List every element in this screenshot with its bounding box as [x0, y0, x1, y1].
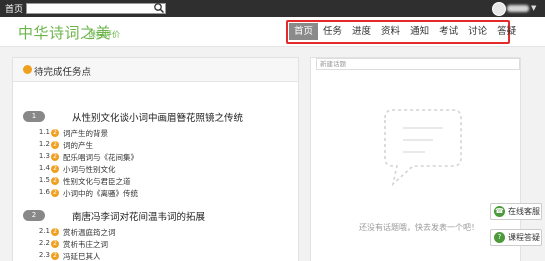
section-title[interactable]: 词产生的背景 — [63, 128, 108, 139]
task-badge-icon: 2 — [51, 153, 59, 161]
section-title[interactable]: 配乐唱词与《花间集》 — [63, 152, 138, 163]
avatar[interactable] — [492, 2, 506, 16]
course-qa-label: 课程答疑 — [508, 233, 540, 242]
tab-discussion[interactable]: 讨论 — [463, 23, 492, 40]
empty-chat-icon — [384, 109, 462, 187]
section-number: 1.4 — [38, 164, 50, 172]
section-title[interactable]: 赏析温庭筠之词 — [63, 227, 116, 238]
chevron-down-icon[interactable]: ▼ — [531, 4, 536, 12]
section-number: 2.3 — [38, 251, 50, 259]
task-badge-icon: 2 — [51, 129, 59, 137]
tab-materials[interactable]: 资料 — [376, 23, 405, 40]
section-title[interactable]: 冯延巳其人 — [63, 251, 101, 261]
section-number: 1.6 — [38, 188, 50, 196]
section-title[interactable]: 性别文化与君臣之道 — [63, 176, 131, 187]
tab-exams[interactable]: 考试 — [434, 23, 463, 40]
section-number: 1.3 — [38, 152, 50, 160]
chapter-title[interactable]: 从性别文化谈小词中画眉簪花照镜之传统 — [72, 110, 243, 124]
pending-tasks-panel: 待完成任务点 1 从性别文化谈小词中画眉簪花照镜之传统 1.1 2 词产生的背景… — [12, 57, 299, 261]
search-icon[interactable] — [153, 2, 165, 14]
course-header: 中华诗词之美 课程评价 首页 任务 进度 资料 通知 考试 讨论 答疑 — [0, 17, 545, 47]
headset-icon: ☎ — [494, 206, 505, 217]
task-badge-icon: 2 — [51, 228, 59, 236]
section-number: 2.2 — [38, 239, 50, 247]
chapter-toggle[interactable]: 2 — [23, 210, 45, 221]
section-number: 1.2 — [38, 140, 50, 148]
section-title[interactable]: 小词与性别文化 — [63, 164, 116, 175]
section-title[interactable]: 赏析韦庄之词 — [63, 239, 108, 250]
course-evaluation-link[interactable]: 课程评价 — [88, 29, 120, 40]
section-title[interactable]: 小词中的《离骚》传统 — [63, 188, 138, 199]
home-link[interactable]: 首页 — [5, 2, 23, 15]
tab-notices[interactable]: 通知 — [405, 23, 434, 40]
online-service-label: 在线客服 — [508, 207, 540, 216]
section-number: 1.5 — [38, 176, 50, 184]
tab-progress[interactable]: 进度 — [347, 23, 376, 40]
tab-tasks[interactable]: 任务 — [318, 23, 347, 40]
user-name-redacted[interactable] — [507, 5, 529, 12]
chapter-toggle[interactable]: 1 — [23, 111, 45, 122]
search-input[interactable] — [26, 3, 166, 14]
task-badge-icon: 2 — [51, 240, 59, 248]
top-bar: 首页 ▼ — [0, 0, 545, 17]
online-service-button[interactable]: ☎ 在线客服 — [490, 203, 542, 220]
main-nav: 首页 任务 进度 资料 通知 考试 讨论 答疑 — [289, 23, 521, 40]
question-icon: ? — [494, 232, 505, 243]
task-dot-icon — [23, 65, 32, 74]
section-title[interactable]: 词的产生 — [63, 140, 93, 151]
section-number: 1.1 — [38, 128, 50, 136]
section-number: 2.1 — [38, 227, 50, 235]
task-badge-icon: 2 — [51, 165, 59, 173]
panel-title: 待完成任务点 — [34, 67, 92, 78]
empty-state-text: 还没有话题哦，快去发表一个吧！ — [359, 223, 479, 232]
task-badge-icon: 2 — [51, 141, 59, 149]
course-qa-button[interactable]: ? 课程答疑 — [490, 229, 542, 246]
task-badge-icon: 2 — [51, 189, 59, 197]
task-badge-icon: 2 — [51, 177, 59, 185]
new-topic-input[interactable]: 新建话题 — [316, 58, 520, 70]
tab-home[interactable]: 首页 — [289, 23, 319, 40]
task-badge-icon: 2 — [51, 252, 59, 260]
chapter-title[interactable]: 南唐冯李词对花间温韦词的拓展 — [72, 209, 205, 223]
panel-header: 待完成任务点 — [13, 58, 298, 82]
tab-qa[interactable]: 答疑 — [492, 23, 521, 40]
